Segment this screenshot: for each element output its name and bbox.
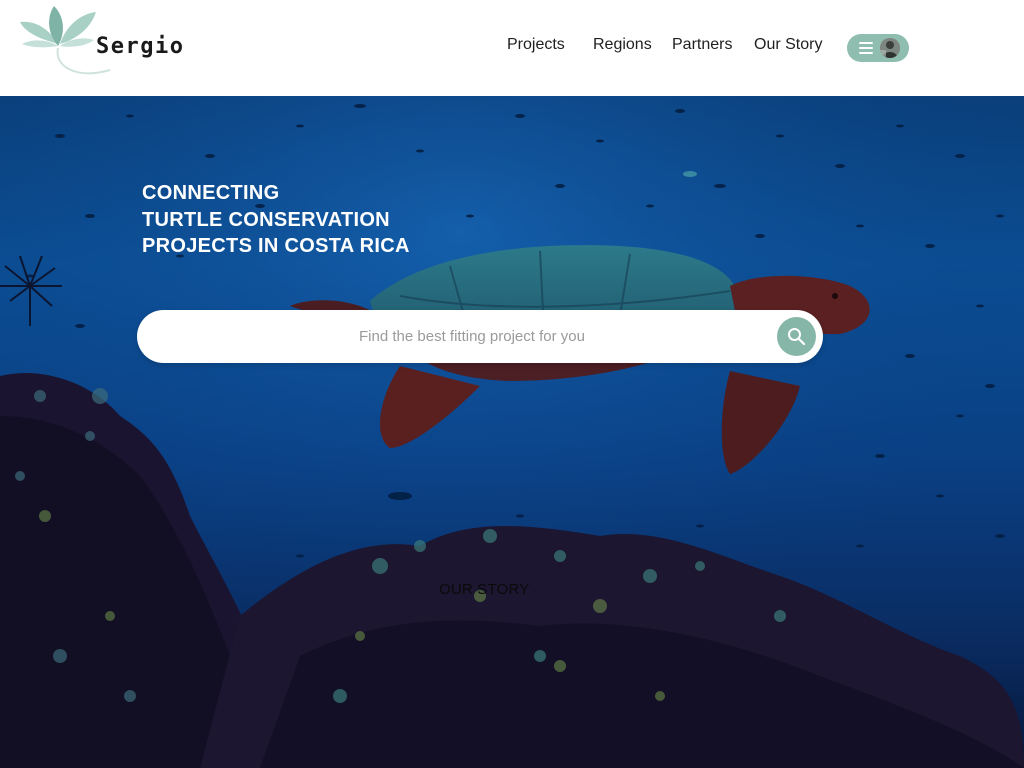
hamburger-icon — [859, 42, 873, 54]
nav-partners[interactable]: Partners — [672, 36, 732, 58]
our-story-link[interactable]: OUR STORY — [439, 581, 529, 598]
headline-line-1: CONNECTING — [142, 182, 280, 204]
user-avatar — [880, 38, 900, 58]
headline-line-3: PROJECTS IN COSTA RICA — [142, 235, 410, 257]
brand-logo[interactable]: Sergio — [18, 4, 198, 80]
search-input[interactable] — [157, 318, 787, 355]
brand-name: Sergio — [96, 34, 185, 59]
search-button[interactable] — [777, 317, 816, 356]
hero-section: CONNECTING TURTLE CONSERVATION PROJECTS … — [0, 96, 1024, 768]
search-icon — [788, 328, 806, 346]
nav-projects[interactable]: Projects — [507, 36, 565, 58]
site-header: Sergio Projects Regions Partners Our Sto… — [0, 0, 1024, 96]
headline-line-2: TURTLE CONSERVATION — [142, 208, 390, 231]
nav-our-story[interactable]: Our Story — [754, 36, 822, 58]
nav-regions[interactable]: Regions — [593, 36, 652, 58]
hero-headline: CONNECTING TURTLE CONSERVATION PROJECTS … — [142, 180, 562, 260]
user-menu-button[interactable] — [847, 34, 909, 62]
project-search-bar — [137, 310, 823, 363]
